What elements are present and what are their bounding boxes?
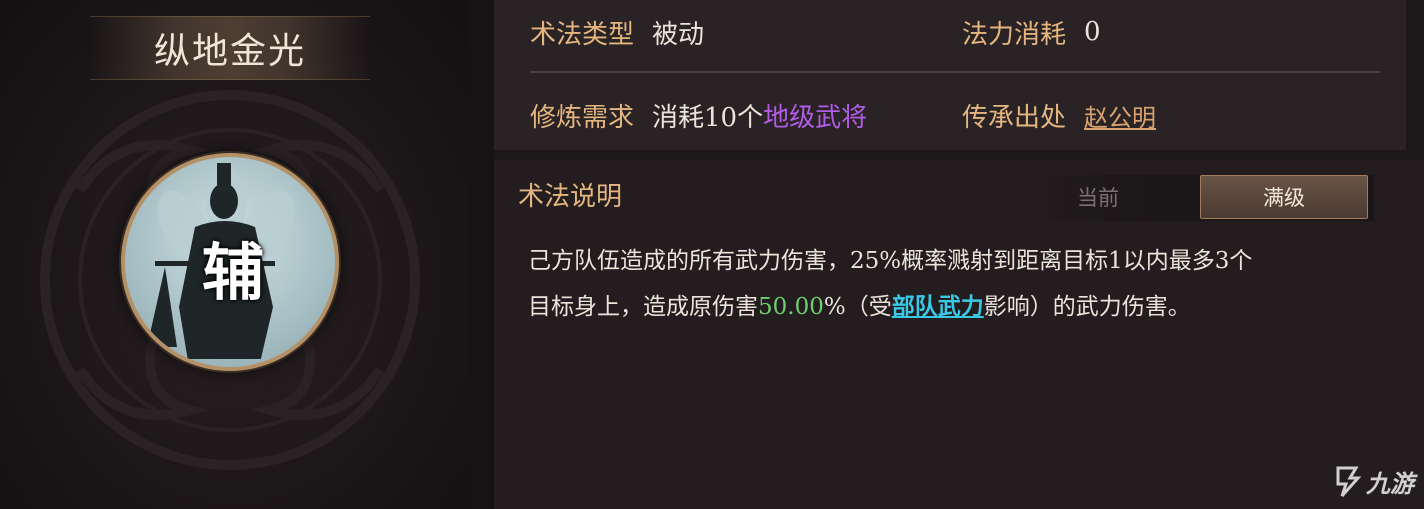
requirement-label: 修炼需求: [530, 102, 635, 133]
role-badge: 辅: [201, 236, 264, 309]
line2-text-b: %（受: [823, 294, 892, 320]
description-box: 术法说明 当前 满级 己方队伍造成的所有武力伤害，25%概率溅射到距离目标1以内…: [494, 160, 1424, 509]
origin-link[interactable]: 赵公明: [1084, 98, 1156, 133]
damage-percent: 50.00: [758, 294, 824, 320]
cost-label: 法力消耗: [962, 19, 1067, 50]
requirement-prefix: 消耗10个: [652, 102, 764, 133]
description-line-1: 己方队伍造成的所有武力伤害，25%概率溅射到距离目标1以内最多3个: [528, 248, 1253, 274]
cost-row: 法力消耗 0: [962, 12, 1101, 52]
description-text: 己方队伍造成的所有武力伤害，25%概率溅射到距离目标1以内最多3个 目标身上，造…: [528, 238, 1398, 330]
line2-text-c: 影响）的武力伤害。: [983, 294, 1191, 320]
cost-value: 0: [1084, 17, 1101, 47]
skill-name: 纵地金光: [153, 31, 306, 72]
skill-info-box: 术法类型 被动 法力消耗 0 修炼需求 消耗10个地级武将 传承出处 赵公明: [494, 0, 1406, 150]
requirement-value: 消耗10个地级武将: [652, 97, 867, 134]
line2-text-a: 目标身上，造成原伤害: [528, 294, 758, 320]
type-label: 术法类型: [530, 19, 635, 50]
skill-portrait-panel: 纵地金光 辅: [0, 0, 468, 509]
requirement-row: 修炼需求 消耗10个地级武将: [530, 95, 867, 135]
jiuyou-logo-icon: [1336, 466, 1362, 497]
watermark: 九游: [1332, 461, 1414, 501]
requirement-highlight: 地级武将: [763, 102, 868, 133]
tab-current[interactable]: 当前: [1014, 175, 1182, 219]
origin-row: 传承出处 赵公明: [962, 95, 1156, 135]
description-title: 术法说明: [518, 182, 623, 212]
troop-force-link[interactable]: 部队武力: [892, 293, 984, 320]
skill-portrait: 辅: [121, 153, 339, 371]
watermark-text: 九游: [1366, 468, 1414, 498]
type-row: 术法类型 被动: [530, 12, 704, 52]
tab-max-level[interactable]: 满级: [1200, 175, 1368, 219]
level-tabs: 当前 满级: [1014, 175, 1374, 221]
type-value: 被动: [652, 19, 705, 50]
skill-title-banner: 纵地金光: [90, 16, 370, 80]
description-line-2: 目标身上，造成原伤害50.00%（受部队武力影响）的武力伤害。: [528, 284, 1398, 330]
info-divider: [530, 71, 1380, 73]
origin-label: 传承出处: [962, 102, 1067, 133]
panel-divider: [468, 0, 494, 509]
